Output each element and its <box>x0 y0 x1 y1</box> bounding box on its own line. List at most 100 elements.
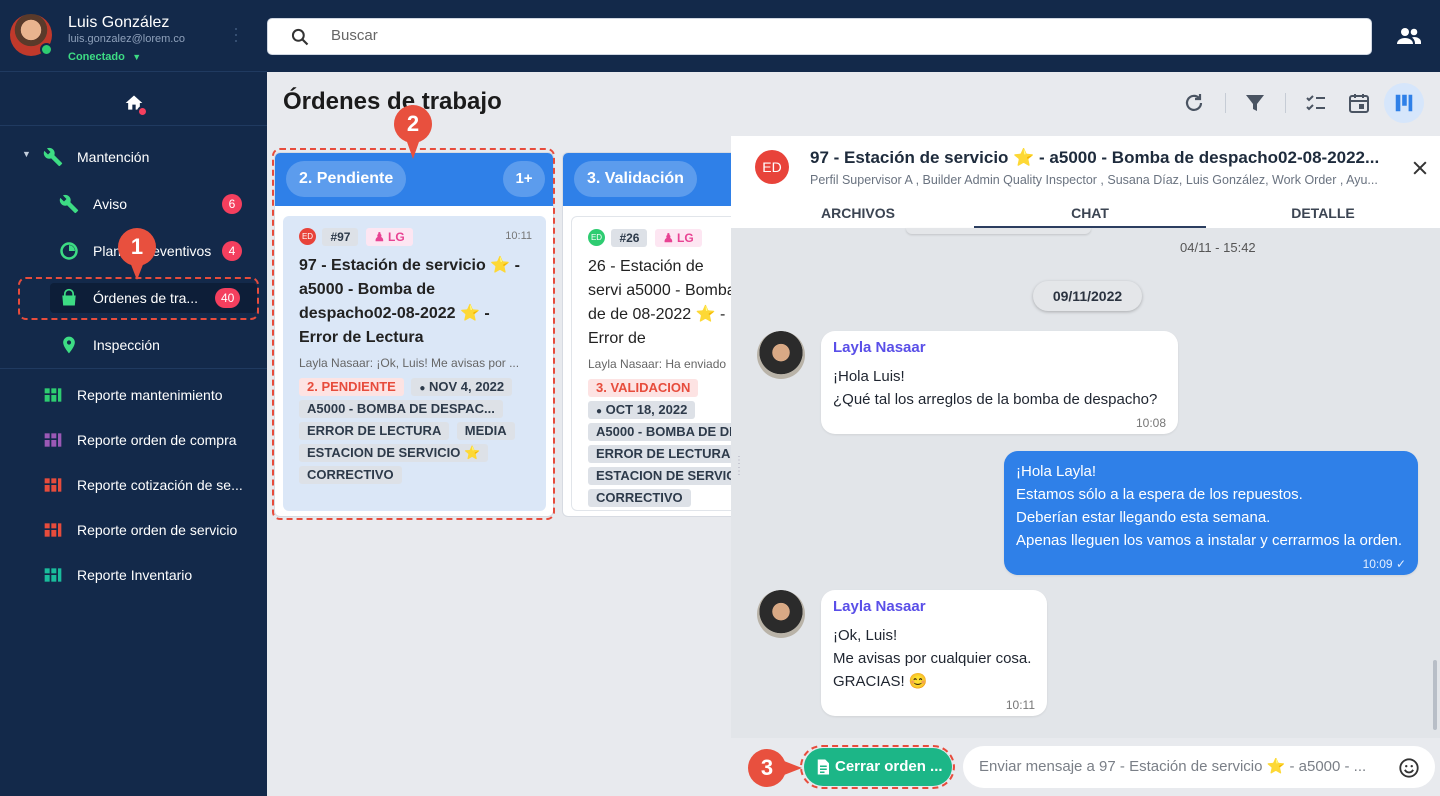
clock-icon: ● <box>596 406 603 417</box>
assignee-tag: ♟ LG <box>654 229 702 247</box>
date-tag: ● OCT 18, 2022 <box>588 401 696 419</box>
sidebar-section-mantencion[interactable]: ▼ Mantención <box>0 137 267 177</box>
kanban-view-button[interactable] <box>1384 83 1424 123</box>
card-title: 26 - Estación de servi a5000 - Bomba de … <box>588 258 731 347</box>
status-label: Conectado <box>68 51 125 63</box>
annotation-marker-3: 3 <box>748 749 786 787</box>
count-badge: 4 <box>222 241 242 261</box>
message-line: GRACIAS! 😊 <box>833 673 928 690</box>
search-icon <box>291 28 309 46</box>
creator-avatar: ED <box>588 229 605 247</box>
emoji-icon[interactable] <box>1398 757 1420 779</box>
chat-participants: Perfil Supervisor A , Builder Admin Qual… <box>810 173 1378 187</box>
message-line: Apenas lleguen los vamos a instalar y ce… <box>1016 532 1403 549</box>
chat-title: 97 - Estación de servicio ⭐ - a5000 - Bo… <box>810 148 1380 167</box>
filter-icon[interactable] <box>1243 91 1267 115</box>
annotation-highlight-box <box>272 148 555 520</box>
annotation-pointer <box>784 761 802 775</box>
online-status-dot <box>40 43 53 56</box>
sidebar-item-reporte-cotizacion[interactable]: Reporte cotización de se... <box>0 465 267 505</box>
separator <box>1285 93 1286 113</box>
page-title: Órdenes de trabajo <box>283 88 502 115</box>
chat-message-incoming[interactable]: Layla Nasaar ¡Hola Luis! ¿Qué tal los ar… <box>821 331 1178 434</box>
message-line: Estamos sólo a la espera de los repuesto… <box>1016 486 1303 503</box>
notification-dot <box>137 106 148 117</box>
location-pin-icon <box>63 336 75 354</box>
annotation-pointer <box>406 139 420 159</box>
date-divider: 09/11/2022 <box>1033 281 1142 311</box>
chat-message-incoming[interactable]: Layla Nasaar ¡Ok, Luis! Me avisas por cu… <box>821 590 1047 716</box>
failure-tag: ERROR DE LECTURA <box>588 445 731 463</box>
message-time: 10:08 <box>1135 416 1166 430</box>
assignee-initials: LG <box>677 231 694 245</box>
sidebar-section-label: Mantención <box>77 149 150 165</box>
checklist-icon[interactable] <box>1304 91 1328 115</box>
date-label: OCT 18, 2022 <box>605 402 688 417</box>
caret-down-icon: ▼ <box>22 149 31 159</box>
tab-archivos[interactable]: ARCHIVOS <box>742 205 974 221</box>
message-composer[interactable] <box>963 746 1435 788</box>
column-title[interactable]: 3. Validación <box>574 161 697 197</box>
previous-message-time: 04/11 - 15:42 <box>1180 240 1256 255</box>
type-tag: CORRECTIVO <box>588 489 691 507</box>
sidebar-item-aviso[interactable]: Aviso 6 <box>0 184 267 224</box>
calendar-icon[interactable] <box>1347 91 1371 115</box>
annotation-highlight-box <box>800 745 955 789</box>
count-badge: 6 <box>222 194 242 214</box>
sender-name: Layla Nasaar <box>833 598 926 615</box>
sidebar-item-reporte-inventario[interactable]: Reporte Inventario <box>0 555 267 595</box>
message-time: 10:11 <box>1005 698 1035 712</box>
sidebar-item-label: Reporte orden de compra <box>77 432 237 448</box>
view-columns-icon <box>1395 94 1413 112</box>
panel-resize-handle[interactable]: ⋮ ⋮ <box>734 455 744 485</box>
sidebar-item-reporte-orden-compra[interactable]: Reporte orden de compra <box>0 420 267 460</box>
caret-down-icon: ▼ <box>132 52 142 62</box>
sidebar-item-label: Reporte Inventario <box>77 567 193 583</box>
separator <box>1225 93 1226 113</box>
wrench-icon <box>43 147 63 167</box>
tab-chat[interactable]: CHAT <box>974 205 1206 221</box>
divider <box>0 125 267 126</box>
timer-icon <box>60 242 78 260</box>
message-line: ¡Ok, Luis! <box>833 627 898 644</box>
sidebar-item-label: Reporte mantenimiento <box>77 387 223 403</box>
message-line: Deberían estar llegando esta semana. <box>1016 509 1271 526</box>
sidebar-item-reporte-mantenimiento[interactable]: Reporte mantenimiento <box>0 375 267 415</box>
dashboard-icon <box>44 568 62 582</box>
board-toolbar <box>731 72 1440 136</box>
chat-message-outgoing[interactable]: ¡Hola Layla! Estamos sólo a la espera de… <box>1004 451 1418 575</box>
kanban-column-validacion: 3. Validación ED #26 ♟ LG 26 - Estación … <box>562 152 731 517</box>
annotation-pointer <box>130 262 144 280</box>
sender-avatar[interactable] <box>757 331 805 379</box>
user-name: Luis González <box>68 14 170 31</box>
refresh-icon[interactable] <box>1182 91 1206 115</box>
message-time: 10:09 ✓ <box>1362 557 1406 571</box>
column-header: 3. Validación <box>563 153 731 206</box>
chat-avatar: ED <box>755 150 789 184</box>
dashboard-icon <box>44 433 62 447</box>
search-input[interactable] <box>331 27 1231 44</box>
sidebar-item-inspeccion[interactable]: Inspección <box>0 325 267 365</box>
location-tag: ESTACION DE SERVICI <box>588 467 731 485</box>
annotation-marker-2: 2 <box>394 105 432 143</box>
annotation-highlight-box <box>18 277 259 320</box>
sidebar-item-label: Inspección <box>93 337 160 353</box>
message-input[interactable] <box>979 758 1379 775</box>
previous-message-edge <box>906 228 1091 234</box>
message-line: ¿Qué tal los arreglos de la bomba de des… <box>833 391 1158 408</box>
sender-avatar[interactable] <box>757 590 805 638</box>
status-tag: 3. VALIDACION <box>588 379 699 397</box>
close-icon[interactable] <box>1410 158 1430 178</box>
asset-tag: A5000 - BOMBA DE DE <box>588 423 731 441</box>
order-id-tag: #26 <box>611 229 648 247</box>
work-order-card[interactable]: ED #26 ♟ LG 26 - Estación de servi a5000… <box>571 216 731 511</box>
chat-scrollbar[interactable] <box>1433 660 1437 730</box>
more-vertical-icon[interactable]: · · · <box>232 19 240 49</box>
people-icon[interactable] <box>1396 24 1422 48</box>
sidebar-item-reporte-orden-servicio[interactable]: Reporte orden de servicio <box>0 510 267 550</box>
status-dropdown[interactable]: Conectado ▼ <box>68 47 141 65</box>
last-message-preview: Layla Nasaar: Ha enviado <box>588 357 727 371</box>
search-bar[interactable] <box>267 18 1372 55</box>
tab-detalle[interactable]: DETALLE <box>1207 205 1439 221</box>
annotation-marker-1: 1 <box>118 228 156 266</box>
